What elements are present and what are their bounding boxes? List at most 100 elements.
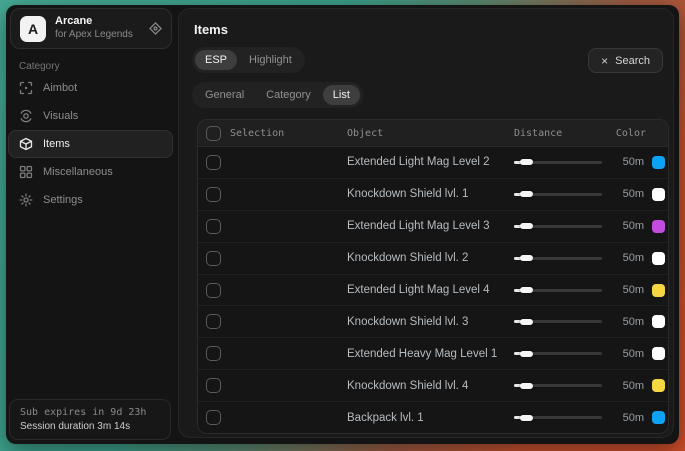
row-checkbox[interactable]	[206, 283, 221, 298]
color-swatch[interactable]	[652, 411, 665, 424]
object-name: Knockdown Shield lvl. 1	[347, 188, 514, 200]
grid-icon	[19, 165, 33, 179]
table-row: Extended Light Mag Level 4 50m	[198, 274, 668, 306]
distance-slider[interactable]	[514, 411, 602, 425]
table-row: Knockdown Shield lvl. 4 50m	[198, 369, 668, 401]
distance-value: 50m	[606, 412, 644, 424]
sidebar-item-settings[interactable]: Settings	[8, 186, 173, 214]
table-body: Extended Light Mag Level 250mKnockdown S…	[198, 147, 668, 433]
distance-value: 50m	[606, 188, 644, 200]
row-checkbox[interactable]	[206, 251, 221, 266]
color-swatch[interactable]	[652, 156, 665, 169]
distance-value: 50m	[606, 380, 644, 392]
sidebar-item-label: Aimbot	[43, 82, 77, 94]
select-all-checkbox[interactable]	[206, 126, 221, 141]
close-icon: ×	[601, 55, 608, 67]
object-name: Knockdown Shield lvl. 4	[347, 380, 514, 392]
app-name: Arcane	[55, 15, 140, 29]
app-header-card: A Arcane for Apex Legends	[10, 8, 172, 49]
view-tab-group: GeneralCategoryList	[192, 82, 363, 108]
column-header-color: Color	[616, 128, 660, 139]
sidebar-item-items[interactable]: Items	[8, 130, 173, 158]
distance-value: 50m	[606, 284, 644, 296]
visuals-icon	[19, 109, 33, 123]
table-row: Extended Heavy Mag Level 1 50m	[198, 337, 668, 369]
tab-list[interactable]: List	[323, 85, 360, 105]
sidebar-item-label: Settings	[43, 194, 83, 206]
table-row: Knockdown Shield lvl. 1 50m	[198, 178, 668, 210]
row-checkbox[interactable]	[206, 314, 221, 329]
distance-value: 50m	[606, 220, 644, 232]
table-row: Extended Light Mag Level 3 50m	[198, 210, 668, 242]
distance-slider[interactable]	[514, 155, 602, 169]
main-panel: Items ESPHighlight × Search GeneralCateg…	[178, 8, 674, 438]
session-duration-text: Session duration 3m 14s	[20, 420, 160, 434]
column-header-selection: Selection	[230, 128, 347, 139]
app-window: A Arcane for Apex Legends Category Aimbo…	[6, 5, 679, 444]
distance-value: 50m	[606, 252, 644, 264]
items-table: Selection Object Distance Color Extended…	[197, 119, 669, 434]
compass-badge-icon[interactable]	[149, 22, 162, 35]
search-button-label: Search	[615, 55, 650, 67]
column-header-object: Object	[347, 128, 514, 139]
app-logo: A	[20, 16, 46, 42]
distance-value: 50m	[606, 156, 644, 168]
object-name: Extended Light Mag Level 2	[347, 156, 514, 168]
color-swatch[interactable]	[652, 315, 665, 328]
page-title: Items	[194, 22, 228, 37]
sidebar-item-aimbot[interactable]: Aimbot	[8, 74, 173, 102]
object-name: Knockdown Shield lvl. 3	[347, 316, 514, 328]
sidebar-item-label: Visuals	[43, 110, 78, 122]
tab-esp[interactable]: ESP	[195, 50, 237, 70]
table-row: Extended Light Mag Level 2 50m	[198, 147, 668, 178]
object-name: Backpack lvl. 1	[347, 412, 514, 424]
row-checkbox[interactable]	[206, 410, 221, 425]
tab-category[interactable]: Category	[256, 85, 321, 105]
distance-slider[interactable]	[514, 315, 602, 329]
distance-value: 50m	[606, 316, 644, 328]
distance-slider[interactable]	[514, 219, 602, 233]
color-swatch[interactable]	[652, 347, 665, 360]
tab-general[interactable]: General	[195, 85, 254, 105]
mode-tab-group: ESPHighlight	[192, 47, 305, 73]
sidebar-item-label: Miscellaneous	[43, 166, 113, 178]
sidebar-menu: Aimbot Visuals Items Miscellaneous Settings	[8, 74, 173, 214]
row-checkbox[interactable]	[206, 346, 221, 361]
sidebar-item-label: Items	[43, 138, 70, 150]
distance-value: 50m	[606, 348, 644, 360]
sidebar-section-label: Category	[19, 61, 60, 72]
object-name: Extended Heavy Mag Level 1	[347, 348, 514, 360]
sidebar-item-miscellaneous[interactable]: Miscellaneous	[8, 158, 173, 186]
table-row: Knockdown Shield lvl. 2 50m	[198, 242, 668, 274]
row-checkbox[interactable]	[206, 378, 221, 393]
tab-highlight[interactable]: Highlight	[239, 50, 302, 70]
crosshair-icon	[19, 81, 33, 95]
color-swatch[interactable]	[652, 379, 665, 392]
object-name: Extended Light Mag Level 3	[347, 220, 514, 232]
row-checkbox[interactable]	[206, 187, 221, 202]
items-icon	[19, 137, 33, 151]
table-row: Knockdown Shield lvl. 3 50m	[198, 305, 668, 337]
column-header-distance: Distance	[514, 128, 616, 139]
color-swatch[interactable]	[652, 220, 665, 233]
distance-slider[interactable]	[514, 379, 602, 393]
row-checkbox[interactable]	[206, 219, 221, 234]
row-checkbox[interactable]	[206, 155, 221, 170]
distance-slider[interactable]	[514, 347, 602, 361]
table-header: Selection Object Distance Color	[198, 120, 668, 147]
distance-slider[interactable]	[514, 251, 602, 265]
object-name: Knockdown Shield lvl. 2	[347, 252, 514, 264]
search-button[interactable]: × Search	[588, 48, 663, 73]
gear-icon	[19, 193, 33, 207]
color-swatch[interactable]	[652, 284, 665, 297]
distance-slider[interactable]	[514, 283, 602, 297]
table-row: Backpack lvl. 1 50m	[198, 401, 668, 433]
sidebar-item-visuals[interactable]: Visuals	[8, 102, 173, 130]
color-swatch[interactable]	[652, 188, 665, 201]
subscription-info-box: Sub expires in 9d 23h Session duration 3…	[9, 399, 171, 440]
color-swatch[interactable]	[652, 252, 665, 265]
distance-slider[interactable]	[514, 187, 602, 201]
app-subtitle: for Apex Legends	[55, 29, 140, 42]
object-name: Extended Light Mag Level 4	[347, 284, 514, 296]
sub-expiry-text: Sub expires in 9d 23h	[20, 406, 160, 420]
